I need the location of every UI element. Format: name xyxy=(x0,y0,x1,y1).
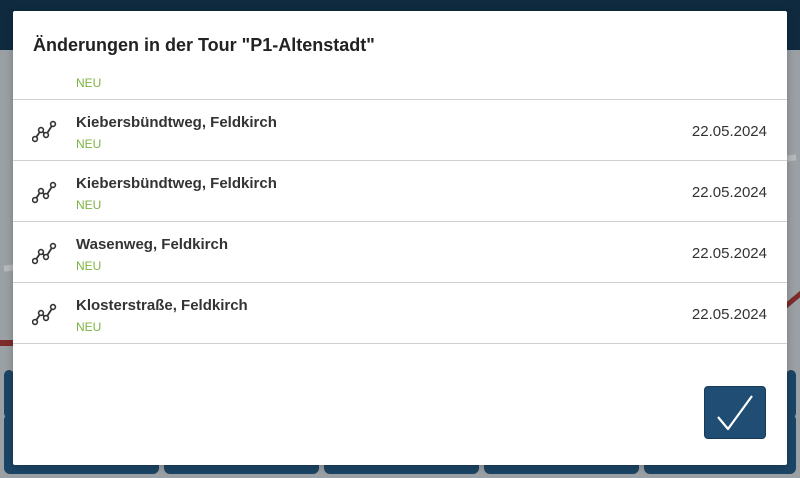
status-label: NEU xyxy=(76,137,102,151)
list-item[interactable]: Klosterstraße, Feldkirch NEU 22.05.2024 xyxy=(13,283,787,344)
list-item[interactable]: Kiebersbündtweg, Feldkirch NEU 22.05.202… xyxy=(13,100,787,161)
route-icon xyxy=(32,69,58,82)
date-label: 22.05.2024 xyxy=(691,123,767,140)
date-label: 22.05.2024 xyxy=(691,245,767,262)
confirm-button[interactable] xyxy=(704,386,766,439)
street-label: Kiebersbündtweg, Feldkirch xyxy=(76,175,277,192)
background-button xyxy=(786,370,796,418)
dialog-title: Änderungen in der Tour "P1-Altenstadt" xyxy=(33,35,375,55)
route-icon xyxy=(31,302,58,326)
street-label: Kiebersbündtweg, Feldkirch xyxy=(76,114,277,131)
route-icon xyxy=(31,180,58,204)
list-item[interactable]: NEU xyxy=(13,69,787,100)
changes-dialog: Änderungen in der Tour "P1-Altenstadt" N… xyxy=(13,11,787,465)
checkmark-icon xyxy=(717,395,753,431)
status-label: NEU xyxy=(76,259,102,273)
street-label: Klosterstraße, Feldkirch xyxy=(76,297,248,314)
status-label: NEU xyxy=(76,320,102,334)
list-item[interactable]: Wasenweg, Feldkirch NEU 22.05.2024 xyxy=(13,222,787,283)
street-label: Wasenweg, Feldkirch xyxy=(76,236,228,253)
date-label: 22.05.2024 xyxy=(691,184,767,201)
changes-list[interactable]: NEU Kiebersbündtweg, Feldkirch NEU 22.05… xyxy=(13,69,787,377)
date-label: 22.05.2024 xyxy=(691,306,767,323)
route-icon xyxy=(31,119,58,143)
status-label: NEU xyxy=(76,198,102,212)
list-item[interactable] xyxy=(13,344,787,377)
status-label: NEU xyxy=(76,76,102,90)
list-item[interactable]: Kiebersbündtweg, Feldkirch NEU 22.05.202… xyxy=(13,161,787,222)
route-icon xyxy=(31,241,58,265)
